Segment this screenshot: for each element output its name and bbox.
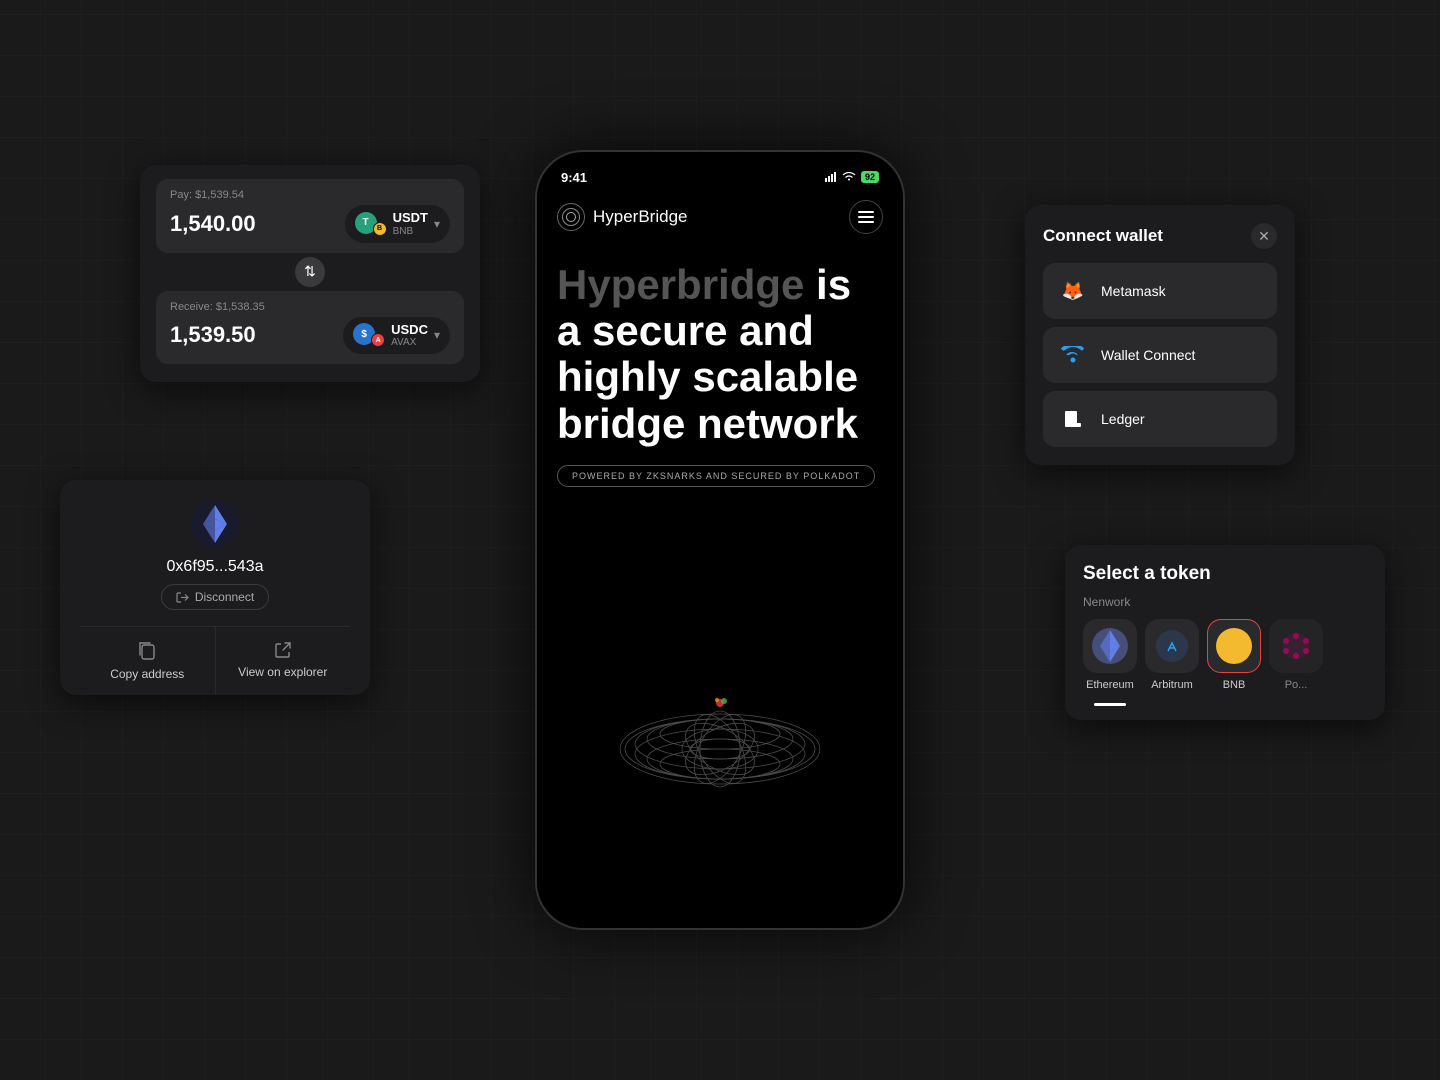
copy-address-label: Copy address [110, 667, 184, 681]
hamburger-icon [858, 211, 874, 223]
powered-badge: POWERED BY ZKSNARKS AND SECURED BY POLKA… [557, 465, 875, 487]
wifi-icon [842, 172, 856, 182]
copy-address-button[interactable]: Copy address [80, 627, 216, 695]
pay-label: Pay: $1,539.54 [170, 189, 450, 201]
arbitrum-logo [1156, 630, 1188, 662]
ethereum-logo [203, 505, 227, 543]
ledger-label: Ledger [1101, 411, 1145, 427]
ledger-option[interactable]: Ledger [1043, 391, 1277, 447]
bnb-name: BNB [1223, 679, 1246, 691]
hero-line1-rest: is [804, 261, 851, 308]
disconnect-button[interactable]: Disconnect [161, 584, 269, 610]
app-logo: HyperBridge [557, 203, 688, 231]
walletconnect-option[interactable]: Wallet Connect [1043, 327, 1277, 383]
wallet-card: 0x6f95...543a Disconnect Copy address Vi… [60, 480, 370, 695]
hero-line1-accent: Hyperbridge [557, 261, 804, 308]
status-icons: 92 [825, 171, 879, 183]
network-item-polkadot[interactable]: Po... [1269, 619, 1323, 706]
bnb-icon-small: B [373, 222, 387, 236]
wallet-address: 0x6f95...543a [80, 558, 350, 576]
ledger-icon [1057, 403, 1089, 435]
app-header: HyperBridge [537, 192, 903, 242]
receive-amount-row: 1,539.50 $ A USDC AVAX ▾ [170, 317, 450, 355]
phone-notch [655, 152, 785, 180]
select-token-card: Select a token Nenwork Ethereum [1065, 545, 1385, 720]
network-label: Nenwork [1083, 595, 1367, 609]
ethereum-underline [1094, 703, 1126, 706]
polkadot-logo [1281, 631, 1311, 661]
connect-wallet-title: Connect wallet [1043, 226, 1163, 246]
pay-amount: 1,540.00 [170, 211, 256, 237]
battery-indicator: 92 [861, 171, 879, 183]
hero-text: Hyperbridge is a secure and highly scala… [557, 262, 858, 447]
view-explorer-label: View on explorer [238, 665, 327, 679]
polkadot-network-icon [1269, 619, 1323, 673]
network-item-bnb[interactable]: BNB [1207, 619, 1261, 706]
network-item-arbitrum[interactable]: Arbitrum [1145, 619, 1199, 706]
swap-direction-button[interactable]: ⇅ [295, 257, 325, 287]
pay-token-selector[interactable]: T B USDT BNB ▾ [345, 205, 450, 243]
hero-line2: a secure and [557, 307, 814, 354]
app-title: HyperBridge [593, 207, 688, 227]
receive-row: Receive: $1,538.35 1,539.50 $ A USDC AVA… [156, 291, 464, 365]
wallet-actions: Copy address View on explorer [80, 626, 350, 695]
receive-amount: 1,539.50 [170, 322, 256, 348]
pay-row: Pay: $1,539.54 1,540.00 T B USDT BNB ▾ [156, 179, 464, 253]
polkadot-name: Po... [1285, 679, 1308, 691]
phone-mockup: 9:41 92 [535, 150, 905, 930]
pay-token-names: USDT BNB [393, 210, 428, 238]
pay-token-icons: T B [355, 212, 387, 236]
receive-token-main: USDC [391, 322, 428, 338]
connect-wallet-header: Connect wallet ✕ [1043, 223, 1277, 249]
metamask-label: Metamask [1101, 283, 1166, 299]
ethereum-name: Ethereum [1086, 679, 1134, 691]
receive-label: Receive: $1,538.35 [170, 301, 450, 313]
view-explorer-button[interactable]: View on explorer [216, 627, 351, 695]
torus-graphic [610, 669, 830, 829]
hero-line3: highly scalable [557, 353, 858, 400]
network-item-ethereum[interactable]: Ethereum [1083, 619, 1137, 706]
chevron-down-icon: ▾ [434, 217, 440, 231]
select-token-title: Select a token [1083, 563, 1367, 585]
connect-wallet-card: Connect wallet ✕ 🦊 Metamask Wallet Conne… [1025, 205, 1295, 465]
menu-button[interactable] [849, 200, 883, 234]
swap-divider: ⇅ [156, 257, 464, 287]
avax-icon: A [371, 333, 385, 347]
walletconnect-icon [1057, 339, 1089, 371]
torus-container [537, 590, 903, 928]
pay-token-secondary: BNB [393, 226, 428, 238]
arbitrum-name: Arbitrum [1151, 679, 1193, 691]
copy-icon [138, 641, 156, 661]
ethereum-network-icon [1083, 619, 1137, 673]
bnb-network-icon [1207, 619, 1261, 673]
receive-token-icons: $ A [353, 323, 385, 347]
eth-logo [1092, 628, 1128, 664]
status-time: 9:41 [561, 170, 587, 185]
network-list: Ethereum Arbitrum [1083, 619, 1367, 706]
logo-inner [562, 208, 580, 226]
receive-token-selector[interactable]: $ A USDC AVAX ▾ [343, 317, 450, 355]
receive-token-secondary: AVAX [391, 337, 428, 349]
arbitrum-network-icon [1145, 619, 1199, 673]
external-link-icon [274, 641, 292, 659]
metamask-icon: 🦊 [1057, 275, 1089, 307]
bnb-logo [1216, 628, 1252, 664]
receive-token-names: USDC AVAX [391, 322, 428, 350]
swap-card: Pay: $1,539.54 1,540.00 T B USDT BNB ▾ ⇅… [140, 165, 480, 382]
disconnect-label: Disconnect [195, 590, 254, 604]
disconnect-icon [176, 591, 189, 604]
pay-token-main: USDT [393, 210, 428, 226]
logo-icon [557, 203, 585, 231]
eth-avatar [191, 500, 239, 548]
walletconnect-label: Wallet Connect [1101, 347, 1195, 363]
phone-screen: 9:41 92 [537, 152, 903, 928]
metamask-option[interactable]: 🦊 Metamask [1043, 263, 1277, 319]
hero-section: Hyperbridge is a secure and highly scala… [537, 242, 903, 590]
signal-icon [825, 172, 837, 182]
pay-amount-row: 1,540.00 T B USDT BNB ▾ [170, 205, 450, 243]
hero-line4: bridge network [557, 400, 858, 447]
close-button[interactable]: ✕ [1251, 223, 1277, 249]
chevron-down-icon-2: ▾ [434, 328, 440, 342]
